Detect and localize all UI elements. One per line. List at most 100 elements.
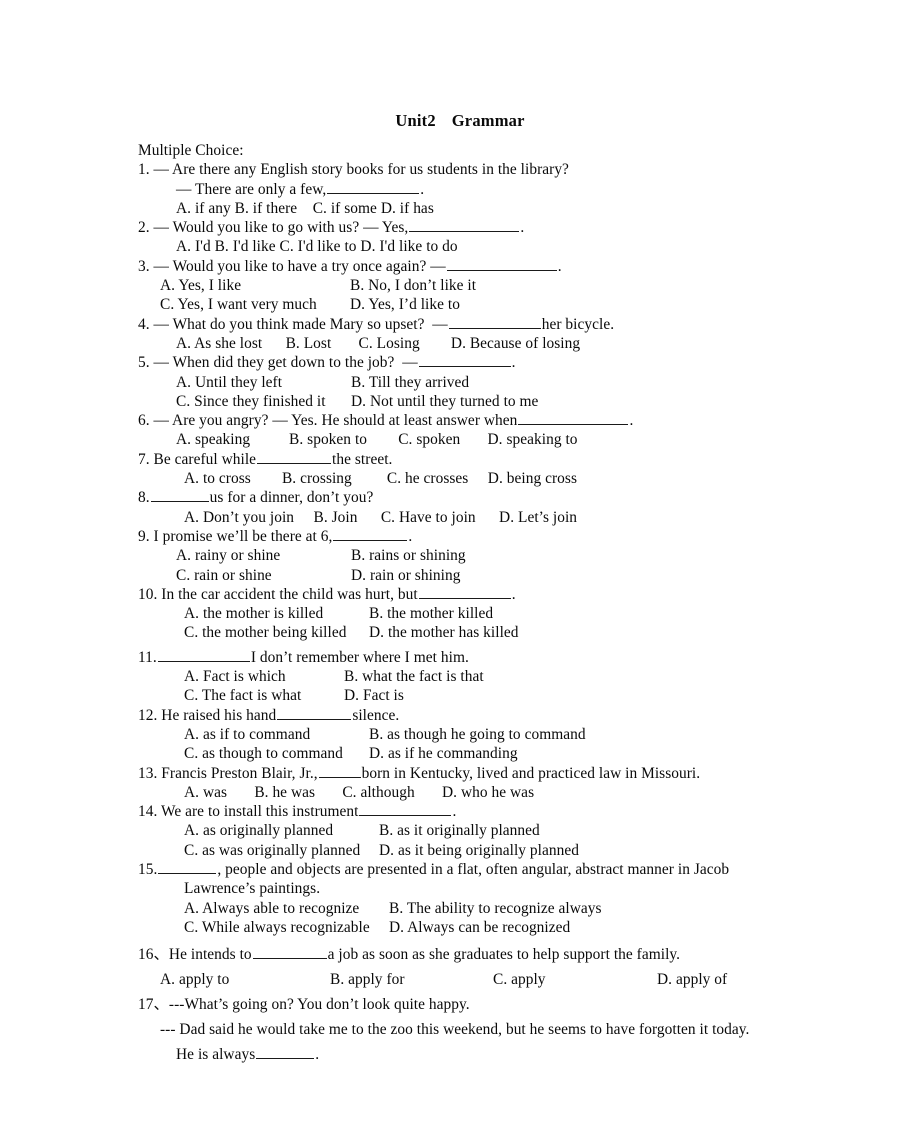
question-5-option-b[interactable]: B. Till they arrived (351, 374, 469, 391)
question-8-blank[interactable] (150, 489, 209, 503)
question-16-option-d[interactable]: D. apply of (657, 971, 727, 988)
question-6-blank[interactable] (518, 412, 629, 426)
question-3-option-d[interactable]: D. Yes, I’d like to (350, 296, 460, 313)
question-2-stem: 2. — Would you like to go with us? — Yes… (138, 218, 858, 237)
question-15-option-a[interactable]: A. Always able to recognize (184, 899, 389, 918)
question-4-stem-text: 4. — What do you think made Mary so upse… (138, 315, 448, 333)
title-unit: Unit2 (395, 111, 436, 130)
question-14-blank[interactable] (359, 803, 452, 817)
question-10-option-a[interactable]: A. the mother is killed (184, 604, 369, 623)
question-13-stem-tail: born in Kentucky, lived and practiced la… (361, 764, 701, 782)
question-4-blank[interactable] (448, 316, 541, 329)
question-3-stem: 3. — Would you like to have a try once a… (138, 257, 858, 276)
question-12-options-row-2: C. as though to command D. as if he comma… (138, 744, 858, 763)
question-10-option-c[interactable]: C. the mother being killed (184, 623, 369, 642)
question-14-option-c[interactable]: C. as was originally planned (184, 841, 379, 860)
document-page: Unit2 Grammar Multiple Choice: 1. — Are t… (0, 0, 920, 1140)
question-17-stem-line3: He is always. (138, 1042, 858, 1067)
question-6-stem: 6. — Are you angry? — Yes. He should at … (138, 411, 858, 430)
question-10-stem-text: 10. In the car accident the child was hu… (138, 585, 418, 603)
question-3-blank[interactable] (446, 258, 557, 271)
question-14-stem-tail: . (452, 803, 457, 821)
question-7-blank[interactable] (257, 451, 332, 464)
document-body: Multiple Choice: 1. — Are there any Engl… (138, 141, 858, 1067)
question-12-option-c[interactable]: C. as though to command (184, 744, 369, 763)
question-3-option-c[interactable]: C. Yes, I want very much (160, 295, 350, 314)
question-5-blank[interactable] (418, 354, 511, 368)
question-4-options[interactable]: A. As she lost B. Lost C. Losing D. Beca… (138, 334, 858, 353)
question-2-blank[interactable] (409, 219, 520, 233)
question-12-option-d[interactable]: D. as if he commanding (369, 745, 518, 762)
question-12-options-row-1: A. as if to command B. as though he going… (138, 725, 858, 744)
question-4-stem-tail: her bicycle. (541, 315, 615, 333)
question-14-stem-text: 14. We are to install this instrument (138, 803, 359, 821)
question-12-option-a[interactable]: A. as if to command (184, 725, 369, 744)
question-9-option-d[interactable]: D. rain or shining (351, 567, 460, 584)
question-5-option-a[interactable]: A. Until they left (176, 373, 351, 392)
question-7-stem: 7. Be careful while the street. (138, 450, 858, 469)
question-11-option-d[interactable]: D. Fact is (344, 687, 404, 704)
question-5-stem-text: 5. — When did they get down to the job? … (138, 354, 418, 372)
question-11-blank[interactable] (157, 649, 250, 662)
question-11-option-c[interactable]: C. The fact is what (184, 686, 344, 705)
question-14-option-a[interactable]: A. as originally planned (184, 821, 379, 840)
question-13-options[interactable]: A. was B. he was C. although D. who he w… (138, 783, 858, 802)
question-15-option-b[interactable]: B. The ability to recognize always (389, 900, 602, 917)
question-15-options-row-1: A. Always able to recognize B. The abilit… (138, 899, 858, 918)
question-3-stem-text: 3. — Would you like to have a try once a… (138, 257, 446, 275)
question-16-blank[interactable] (252, 946, 327, 960)
question-2-options[interactable]: A. I'd B. I'd like C. I'd like to D. I'd… (138, 237, 858, 256)
question-6-stem-tail: . (629, 412, 634, 430)
question-15-option-c[interactable]: C. While always recognizable (184, 918, 389, 937)
question-15-option-d[interactable]: D. Always can be recognized (389, 919, 570, 936)
question-12-blank[interactable] (277, 707, 352, 720)
question-9-stem-tail: . (408, 527, 413, 545)
question-9-option-a[interactable]: A. rainy or shine (176, 546, 351, 565)
question-1-blank[interactable] (327, 181, 420, 194)
question-14-option-b[interactable]: B. as it originally planned (379, 822, 540, 839)
question-3-options-row-1: A. Yes, I like B. No, I don’t like it (138, 276, 858, 295)
question-16-stem-text: 16、He intends to (138, 946, 252, 964)
question-2-stem-tail: . (520, 219, 525, 237)
question-12-option-b[interactable]: B. as though he going to command (369, 726, 586, 743)
question-17-stem-line3-tail: . (315, 1046, 320, 1064)
question-8-stem: 8. us for a dinner, don’t you? (138, 488, 858, 507)
question-1-options[interactable]: A. if any B. if there C. if some D. if h… (138, 199, 858, 218)
question-3-option-a[interactable]: A. Yes, I like (160, 276, 350, 295)
question-11-stem-tail: I don’t remember where I met him. (250, 648, 469, 666)
question-9-stem: 9. I promise we’ll be there at 6,. (138, 527, 858, 546)
question-9-option-c[interactable]: C. rain or shine (176, 566, 351, 585)
question-10-blank[interactable] (418, 586, 511, 599)
question-17-blank[interactable] (256, 1046, 315, 1060)
question-9-option-b[interactable]: B. rains or shining (351, 547, 466, 564)
question-15-options-row-2: C. While always recognizable D. Always ca… (138, 918, 858, 937)
question-3-option-b[interactable]: B. No, I don’t like it (350, 277, 476, 294)
question-8-options[interactable]: A. Don’t you join B. Join C. Have to joi… (138, 508, 858, 527)
question-7-options[interactable]: A. to cross B. crossing C. he crosses D.… (138, 469, 858, 488)
question-9-options-row-1: A. rainy or shine B. rains or shining (138, 546, 858, 565)
question-14-option-d[interactable]: D. as it being originally planned (379, 842, 579, 859)
question-15-blank[interactable] (158, 861, 217, 874)
question-10-option-b[interactable]: B. the mother killed (369, 605, 493, 622)
question-11-option-a[interactable]: A. Fact is which (184, 667, 344, 686)
question-17-stem-line1: 17、---What’s going on? You don’t look qu… (138, 996, 470, 1014)
question-15-stem-line2: Lawrence’s paintings. (184, 880, 321, 898)
question-16-option-c[interactable]: C. apply (493, 967, 657, 992)
question-16-option-b[interactable]: B. apply for (330, 967, 493, 992)
question-6-stem-text: 6. — Are you angry? — Yes. He should at … (138, 412, 518, 430)
question-7-stem-text: 7. Be careful while (138, 450, 257, 468)
question-12-stem: 12. He raised his hand silence. (138, 706, 858, 725)
question-5-option-d[interactable]: D. Not until they turned to me (351, 393, 538, 410)
question-13-stem: 13. Francis Preston Blair, Jr., born in K… (138, 764, 858, 783)
question-1-stem-continued-text: — There are only a few, (176, 180, 327, 198)
question-8-stem-text: 8. (138, 489, 150, 507)
question-13-blank[interactable] (318, 765, 361, 778)
question-10-option-d[interactable]: D. the mother has killed (369, 624, 519, 641)
question-9-blank[interactable] (333, 528, 408, 541)
question-11-option-b[interactable]: B. what the fact is that (344, 668, 484, 685)
question-15-stem-tail: , people and objects are presented in a … (217, 860, 730, 878)
question-16-option-a[interactable]: A. apply to (160, 967, 330, 992)
question-11-options-row-2: C. The fact is what D. Fact is (138, 686, 858, 705)
question-6-options[interactable]: A. speaking B. spoken to C. spoken D. sp… (138, 430, 858, 449)
question-5-option-c[interactable]: C. Since they finished it (176, 392, 351, 411)
